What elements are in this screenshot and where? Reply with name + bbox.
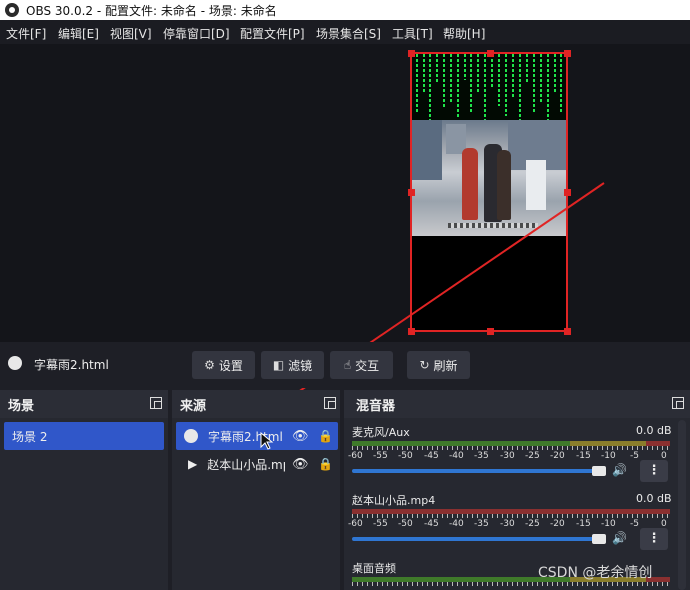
sources-dock-header: 来源	[172, 390, 340, 418]
eye-icon[interactable]: 👁	[292, 429, 309, 444]
mixer-dock: 混音器 麦克风/Aux 0.0 dB -60 -55 -50 -45 -40 -35 -30…	[344, 390, 690, 590]
channel-name-desktop: 桌面音频	[352, 562, 396, 575]
volume-slider-video[interactable]	[352, 537, 604, 541]
globe-icon	[8, 356, 22, 370]
volume-slider-mic[interactable]	[352, 469, 604, 473]
scenes-title: 场景	[8, 399, 35, 414]
channel-db-mic: 0.0 dB	[636, 424, 672, 437]
scenes-dock-header: 场景	[0, 390, 168, 418]
interact-label: 交互	[355, 358, 380, 373]
scenes-dock: 场景 场景 2	[0, 390, 168, 590]
volume-icon[interactable]: 🔊	[612, 531, 627, 545]
mixer-title: 混音器	[356, 399, 396, 414]
watermark: CSDN @老余情创	[538, 565, 653, 581]
undock-icon[interactable]	[150, 397, 162, 409]
sources-dock: 来源 字幕雨2.html 👁 🔒 ▶ 赵本山小品.mp4 👁 🔒	[172, 390, 340, 590]
source-item-label: 赵本山小品.mp4	[207, 457, 285, 472]
filters-label: 滤镜	[288, 358, 313, 373]
source-item-html[interactable]: 字幕雨2.html 👁 🔒	[176, 422, 338, 450]
channel-db-video: 0.0 dB	[636, 492, 672, 505]
settings-label: 设置	[218, 358, 243, 373]
filters-button[interactable]: ◧ 滤镜	[261, 351, 324, 379]
refresh-button[interactable]: ↻ 刷新	[407, 351, 470, 379]
mixer-scrollbar[interactable]	[678, 420, 686, 590]
meter-tickmarks	[352, 582, 670, 586]
interact-button[interactable]: ☝ 交互	[330, 351, 393, 379]
volume-icon[interactable]: 🔊	[612, 463, 627, 477]
play-icon: ▶	[188, 457, 198, 471]
lock-icon[interactable]: 🔒	[318, 457, 333, 471]
channel-menu-button[interactable]: ⋮	[640, 528, 668, 550]
lock-icon[interactable]: 🔒	[318, 429, 333, 443]
volume-slider-knob[interactable]	[592, 466, 606, 476]
eye-icon[interactable]: 👁	[292, 457, 309, 472]
undock-icon[interactable]	[672, 397, 684, 409]
globe-icon	[184, 429, 198, 443]
channel-name-video: 赵本山小品.mp4	[352, 494, 436, 507]
settings-button[interactable]: ⚙ 设置	[192, 351, 255, 379]
source-item-video[interactable]: ▶ 赵本山小品.mp4 👁 🔒	[176, 450, 338, 478]
undock-icon[interactable]	[324, 397, 336, 409]
mouse-cursor-icon	[260, 432, 274, 450]
refresh-icon: ↻	[419, 358, 430, 372]
channel-menu-button[interactable]: ⋮	[640, 460, 668, 482]
gear-icon: ⚙	[204, 358, 215, 372]
refresh-label: 刷新	[433, 358, 458, 373]
volume-slider-knob[interactable]	[592, 534, 606, 544]
mixer-dock-header: 混音器	[344, 390, 690, 418]
meter-scale: -60 -55 -50 -45 -40 -35 -30 -25 -20 -15 -10 -5 0	[348, 519, 667, 529]
source-toolbar: 字幕雨2.html ⚙ 设置 ◧ 滤镜 ☝ 交互 ↻ 刷新	[0, 342, 690, 388]
meter-scale: -60 -55 -50 -45 -40 -35 -30 -25 -20 -15 -10 -5 0	[348, 451, 667, 461]
scene-item-label: 场景 2	[12, 429, 48, 444]
scene-item[interactable]: 场景 2	[4, 422, 164, 450]
filter-icon: ◧	[272, 358, 285, 372]
selected-source-label: 字幕雨2.html	[34, 358, 109, 372]
channel-name-mic: 麦克风/Aux	[352, 426, 410, 439]
sources-title: 来源	[180, 399, 207, 414]
hand-pointer-icon: ☝	[343, 358, 352, 372]
source-item-label: 字幕雨2.html	[208, 429, 283, 444]
